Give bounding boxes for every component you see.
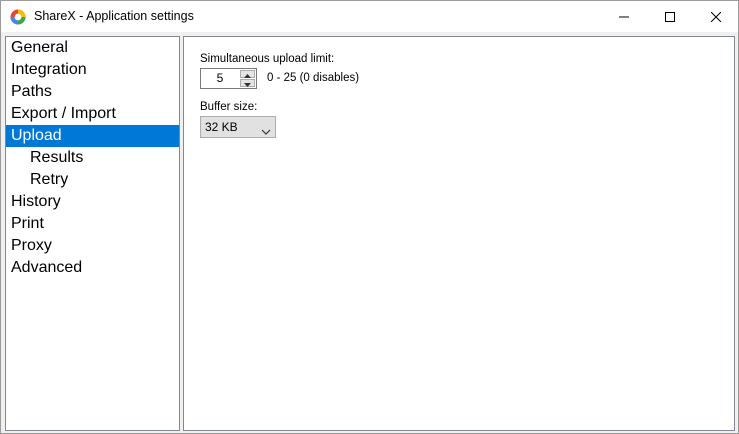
maximize-button[interactable] [647, 1, 693, 32]
nav-item-advanced[interactable]: Advanced [6, 257, 179, 279]
buffer-size-value: 32 KB [205, 120, 238, 134]
nav-item-general[interactable]: General [6, 37, 179, 59]
nav-item-results[interactable]: Results [6, 147, 179, 169]
simultaneous-upload-stepper[interactable]: 5 [200, 68, 257, 89]
stepper-buttons [240, 70, 255, 87]
simultaneous-upload-value[interactable]: 5 [201, 71, 239, 85]
close-button[interactable] [693, 1, 739, 32]
nav-item-proxy[interactable]: Proxy [6, 235, 179, 257]
sharex-logo-icon [10, 9, 26, 25]
settings-window: ShareX - Application settings General In… [0, 0, 739, 434]
title-bar[interactable]: ShareX - Application settings [1, 1, 738, 32]
buffer-size-dropdown[interactable]: 32 KB [200, 116, 276, 138]
minimize-button[interactable] [601, 1, 647, 32]
nav-item-retry[interactable]: Retry [6, 169, 179, 191]
settings-nav-tree[interactable]: General Integration Paths Export / Impor… [5, 36, 180, 431]
nav-item-history[interactable]: History [6, 191, 179, 213]
chevron-down-icon [261, 123, 271, 141]
upload-settings-panel: Simultaneous upload limit: 5 0 - 25 (0 d… [183, 36, 735, 431]
nav-item-print[interactable]: Print [6, 213, 179, 235]
stepper-down-button[interactable] [240, 79, 255, 87]
minimize-icon [619, 12, 629, 22]
nav-item-upload[interactable]: Upload [6, 125, 179, 147]
window-title: ShareX - Application settings [34, 9, 194, 23]
simultaneous-upload-label: Simultaneous upload limit: [200, 53, 335, 65]
chevron-down-icon [244, 74, 251, 92]
close-icon [711, 11, 721, 22]
nav-item-integration[interactable]: Integration [6, 59, 179, 81]
buffer-size-label: Buffer size: [200, 101, 258, 113]
simultaneous-upload-hint: 0 - 25 (0 disables) [267, 72, 360, 84]
nav-item-export-import[interactable]: Export / Import [6, 103, 179, 125]
nav-item-paths[interactable]: Paths [6, 81, 179, 103]
maximize-icon [665, 11, 675, 22]
